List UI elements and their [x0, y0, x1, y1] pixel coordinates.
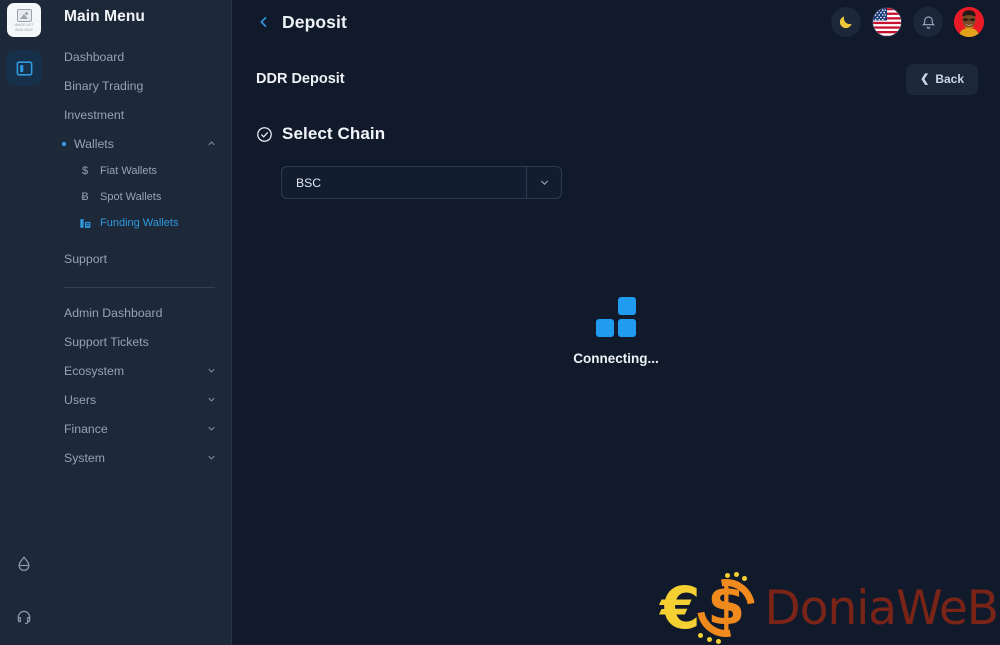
- sidebar-title: Main Menu: [64, 8, 145, 25]
- chevron-down-icon: [540, 180, 548, 185]
- sidebar-divider: [64, 287, 215, 288]
- headset-support-icon: [17, 610, 31, 625]
- dollar-ring-icon: $: [685, 567, 766, 645]
- sidebar-item-dashboard[interactable]: Dashboard: [62, 42, 217, 71]
- active-group-dot-icon: [62, 141, 66, 146]
- sidebar-item-binary-trading[interactable]: Binary Trading: [62, 71, 217, 100]
- dollar-symbol-icon: $: [707, 574, 746, 637]
- notifications-button[interactable]: [913, 7, 943, 37]
- funding-wallet-icon: [77, 217, 93, 230]
- page-title: Deposit: [282, 11, 347, 32]
- blocks-loader-icon: [596, 297, 636, 337]
- top-header-bar: Deposit: [232, 0, 1000, 44]
- sidebar-item-label: Admin Dashboard: [64, 305, 163, 320]
- sidebar-toggle-button[interactable]: [6, 50, 42, 86]
- sidebar-item-admin-dashboard[interactable]: Admin Dashboard: [62, 298, 217, 327]
- sidebar-wallets-submenu: $ Fiat Wallets Ƀ Spot Wallets Funding Wa…: [62, 158, 217, 236]
- ring-arc-top: [685, 567, 766, 645]
- sidebar-item-wallets[interactable]: Wallets: [62, 129, 217, 158]
- sidebar-item-funding-wallets[interactable]: Funding Wallets: [77, 210, 217, 236]
- sidebar-item-spot-wallets[interactable]: Ƀ Spot Wallets: [77, 184, 217, 210]
- loader-block-bottom-left: [596, 319, 614, 337]
- sidebar-item-label: Wallets: [74, 136, 114, 151]
- sidebar-item-label: System: [64, 450, 105, 465]
- sidebar-item-label: Investment: [64, 107, 125, 122]
- sidebar-item-users[interactable]: Users: [62, 385, 217, 414]
- main-panel: DDR Deposit ❮ Back Select Chain BSC Conn…: [232, 44, 1000, 366]
- contrast-droplet-icon: [18, 556, 30, 571]
- sidebar-item-support[interactable]: Support: [62, 244, 217, 273]
- language-selector[interactable]: [872, 7, 902, 37]
- panel-title: DDR Deposit: [256, 71, 345, 87]
- chevron-down-icon: [208, 426, 215, 431]
- sidebar-item-label: Dashboard: [64, 49, 125, 64]
- check-circle-icon: [257, 126, 272, 142]
- chain-select-value[interactable]: BSC: [282, 167, 526, 198]
- rail-bottom-actions: [0, 552, 48, 629]
- header-actions: [831, 7, 984, 37]
- chevron-down-icon: [208, 368, 215, 373]
- sidebar-item-ecosystem[interactable]: Ecosystem: [62, 356, 217, 385]
- funding-wallet-glyph: [79, 218, 90, 228]
- support-headset-button[interactable]: [12, 605, 36, 629]
- broken-image-label-line1: IMAGE NOT: [14, 22, 34, 27]
- sidebar-item-system[interactable]: System: [62, 443, 217, 472]
- loader-block-top-right: [618, 297, 636, 315]
- chain-select[interactable]: BSC: [281, 166, 562, 199]
- ring-arc-bottom: [685, 567, 766, 645]
- sidebar-item-label: Binary Trading: [64, 78, 144, 93]
- chain-select-toggle[interactable]: [526, 167, 561, 198]
- sidebar-subitem-label: Spot Wallets: [100, 191, 162, 203]
- content-area: Deposit DDR Deposit ❮ Back Select Chain …: [232, 0, 1000, 645]
- moon-icon: [839, 16, 852, 29]
- watermark-name: DoniaWeB: [764, 580, 999, 636]
- chevron-down-icon: [208, 397, 215, 402]
- app-root: IMAGE NOT AVAILABLE Main Menu Dashboard …: [0, 0, 1000, 645]
- avatar-icon: [954, 7, 984, 37]
- sidebar-item-label: Finance: [64, 421, 108, 436]
- chevron-down-icon: [208, 455, 215, 460]
- sidebar-subitem-label: Fiat Wallets: [100, 165, 158, 177]
- euro-symbol-icon: €: [660, 574, 701, 642]
- sidebar-subitem-label: Funding Wallets: [100, 217, 179, 229]
- connecting-label: Connecting...: [573, 351, 659, 366]
- user-avatar[interactable]: [954, 7, 984, 37]
- panel-header-row: DDR Deposit ❮ Back: [256, 62, 978, 96]
- main-sidebar: Main Menu Dashboard Binary Trading Inves…: [48, 0, 232, 645]
- loader-block-bottom-right: [618, 319, 636, 337]
- section-title: Select Chain: [282, 124, 386, 143]
- bell-icon: [921, 15, 935, 29]
- panel-left-icon: [16, 60, 32, 76]
- sidebar-item-label: Support Tickets: [64, 334, 149, 349]
- back-button[interactable]: ❮ Back: [906, 63, 978, 95]
- sidebar-item-label: Users: [64, 392, 97, 407]
- dark-mode-toggle[interactable]: [831, 7, 861, 37]
- broken-image-icon: [16, 8, 32, 22]
- sidebar-nav: Dashboard Binary Trading Investment Wall…: [48, 42, 231, 472]
- sidebar-item-label: Support: [64, 251, 108, 266]
- chevron-left-icon: [260, 16, 267, 28]
- bitcoin-sign-icon: Ƀ: [81, 191, 89, 203]
- broken-image-label-line2: AVAILABLE: [15, 27, 33, 32]
- app-logo-broken-image[interactable]: IMAGE NOT AVAILABLE: [7, 3, 41, 37]
- sidebar-item-support-tickets[interactable]: Support Tickets: [62, 327, 217, 356]
- connection-status: Connecting...: [232, 297, 1000, 366]
- sidebar-item-investment[interactable]: Investment: [62, 100, 217, 129]
- select-chain-section-header: Select Chain: [256, 124, 978, 144]
- back-button-label: Back: [935, 72, 964, 86]
- sidebar-item-label: Ecosystem: [64, 363, 125, 378]
- sidebar-item-finance[interactable]: Finance: [62, 414, 217, 443]
- header-back-button[interactable]: [254, 12, 274, 32]
- dollar-sign-icon: $: [81, 165, 89, 177]
- chevron-up-icon: [208, 141, 215, 146]
- watermark-logo: € $ DoniaWeB: [660, 567, 999, 645]
- us-flag-icon: [873, 8, 901, 36]
- contrast-droplet-button[interactable]: [12, 552, 36, 576]
- icon-rail: IMAGE NOT AVAILABLE: [0, 0, 48, 645]
- sidebar-item-fiat-wallets[interactable]: $ Fiat Wallets: [77, 158, 217, 184]
- chevron-left-icon: ❮: [920, 72, 930, 85]
